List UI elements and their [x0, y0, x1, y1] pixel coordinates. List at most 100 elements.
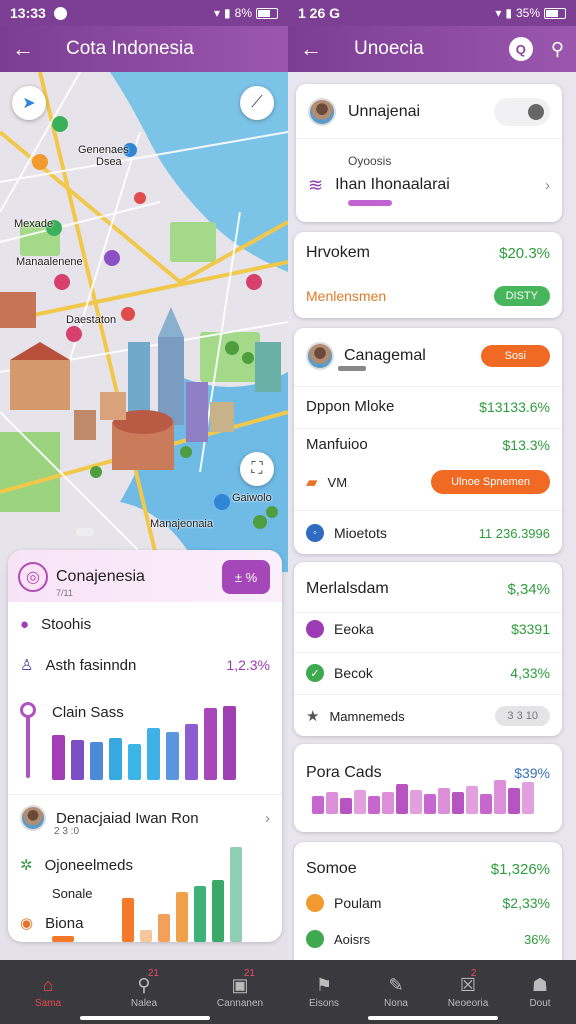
status-badge[interactable]: DISTY	[493, 286, 550, 306]
person-name: Denacjaiad Iwan Ron	[56, 809, 199, 827]
locate-me-icon[interactable]: ➤	[12, 86, 46, 120]
chart-bar	[90, 742, 103, 780]
chart-bar	[466, 786, 478, 814]
nav-label: Nalea	[130, 998, 158, 1009]
list-item[interactable]: Dppon Mloke $13133.6%	[294, 398, 562, 415]
item-label: Sonale	[52, 886, 93, 901]
list-item[interactable]: Aoisrs 36%	[294, 930, 562, 948]
nav-item[interactable]: ⌂ Sama	[0, 960, 96, 1024]
nav-label: Nona	[384, 998, 408, 1009]
qr-search-icon[interactable]: Q	[508, 37, 533, 61]
chart-bar	[52, 735, 65, 780]
chart-bar	[438, 788, 450, 814]
list-item[interactable]: ▰ VM Ulnoe Spnemen	[294, 470, 562, 494]
progress-indicator	[52, 936, 74, 942]
left-screen: 13:33 ▾ ▮ 8% ← Cota Indonesia ➤ ⟋ ⛶ Gene…	[0, 0, 288, 1024]
layers-icon[interactable]: ⛶	[240, 452, 274, 486]
slider-track[interactable]	[26, 708, 30, 778]
filter-chip-button[interactable]: ± %	[222, 560, 270, 594]
wifi-icon: ▾	[214, 6, 221, 20]
battery-icon	[544, 7, 566, 19]
layers-icon: ≋	[308, 174, 324, 195]
coin-icon	[306, 894, 324, 912]
map-label: Genenaes	[78, 144, 129, 156]
chevron-right-icon: ›	[545, 176, 550, 194]
item-value: $2,33%	[502, 895, 550, 911]
status-badge[interactable]: 3 3 10	[495, 706, 550, 726]
nav-item[interactable]: ✎ Nona	[360, 960, 432, 1024]
tag-icon: ✎	[388, 975, 404, 995]
chart-bar	[424, 794, 436, 814]
profile-row[interactable]: Unnajenai	[296, 96, 562, 128]
back-arrow-icon[interactable]: ←	[12, 36, 42, 62]
nav-label: Neoeoria	[447, 998, 489, 1009]
panel-title: Conajenesia	[56, 568, 145, 585]
chart-bar	[109, 738, 122, 780]
list-item[interactable]: Manfuioo $13.3%	[294, 436, 562, 453]
item-label: Ihan Ihonaalarai	[335, 176, 450, 193]
map-label: Dsea	[96, 156, 122, 168]
back-arrow-icon[interactable]: ←	[300, 36, 330, 62]
chart-bar	[122, 898, 134, 942]
store-icon: ▰	[306, 474, 318, 491]
list-item[interactable]: ≋ Ihan Ihonaalarai ›	[296, 172, 562, 198]
list-item[interactable]: Poulam $2,33%	[294, 894, 562, 912]
nav-item[interactable]: ⚲ 21 Nalea	[96, 960, 192, 1024]
wifi-icon: ▾	[495, 6, 502, 20]
notification-dot-icon	[53, 6, 67, 20]
item-label: Asth fasinndn	[45, 656, 137, 674]
nav-label: Sama	[34, 998, 62, 1009]
list-item[interactable]: ★ Mamnemeds 3 3 10	[294, 706, 562, 726]
item-value: 1,2.3%	[226, 657, 270, 673]
nav-label: Cannanen	[216, 998, 264, 1009]
item-value: 4,33%	[510, 665, 550, 681]
chart-bar	[158, 914, 170, 942]
city-logo-icon: ◎	[18, 562, 48, 592]
signal-icon: ▮	[505, 6, 512, 20]
profile-row[interactable]: Canagemal Sosi	[294, 340, 562, 372]
page-title: Cota Indonesia	[66, 38, 194, 59]
person-row[interactable]: Denacjaiad Iwan Ron ›	[8, 802, 282, 834]
item-value: 11 236.3996	[478, 525, 550, 541]
chart-bar	[166, 732, 179, 780]
battery-percent: 35%	[515, 6, 540, 20]
person-subtitle: 2 3 :0	[54, 826, 80, 837]
list-item[interactable]: ● Stoohis	[8, 616, 282, 633]
status-bar: 1 26 G ▾ ▮ 35%	[288, 0, 576, 26]
list-item[interactable]: ✓ Becok 4,33%	[294, 664, 562, 682]
nav-badge: 21	[243, 968, 255, 979]
list-item[interactable]: ♙ Asth fasinndn 1,2.3%	[8, 656, 282, 675]
item-label: Eeoka	[334, 621, 374, 637]
app-bar: ← Cota Indonesia	[0, 26, 288, 72]
home-indicator	[368, 1016, 498, 1020]
nav-item[interactable]: ☗ Dout	[504, 960, 576, 1024]
item-label: Stoohis	[41, 616, 92, 633]
list-item[interactable]: ◦ Mioetots 11 236.3996	[294, 524, 562, 542]
map-label: Manaalenene	[16, 256, 83, 268]
profile-icon: ☗	[531, 975, 549, 995]
nav-item[interactable]: ▣ 21 Cannanen	[192, 960, 288, 1024]
search-icon[interactable]: ⚲	[551, 39, 564, 60]
item-caption: Oyoosis	[348, 154, 392, 168]
stats-row: Merlalsdam $,34%	[294, 580, 562, 598]
chart-bar	[508, 788, 520, 814]
nav-item[interactable]: ⚑ Eisons	[288, 960, 360, 1024]
item-value: 36%	[523, 931, 550, 947]
right-screen: 1 26 G ▾ ▮ 35% ← Unoecia Q ⚲ Unnajenai O…	[288, 0, 576, 1024]
profile-name: Canagemal	[344, 347, 426, 364]
status-badge[interactable]: Sosi	[480, 345, 550, 367]
chart-bar	[194, 886, 206, 942]
bar-chart	[52, 700, 236, 780]
nav-badge: 21	[147, 968, 159, 979]
compass-icon[interactable]: ⟋	[240, 86, 274, 120]
slider-thumb[interactable]	[20, 702, 36, 718]
city-map[interactable]: ➤ ⟋ ⛶ Genenaes Dsea Mexade Manaalenene D…	[0, 71, 288, 573]
item-label: Manfuioo	[306, 436, 368, 453]
avatar	[308, 98, 336, 126]
list-item[interactable]: Eeoka $3391	[294, 620, 562, 638]
bar-chart	[312, 778, 534, 814]
nav-item[interactable]: ☒ 2 Neoeoria	[432, 960, 504, 1024]
toggle-switch[interactable]	[494, 98, 550, 126]
chart-bar	[494, 780, 506, 814]
action-button[interactable]: Ulnoe Spnemen	[431, 470, 550, 494]
